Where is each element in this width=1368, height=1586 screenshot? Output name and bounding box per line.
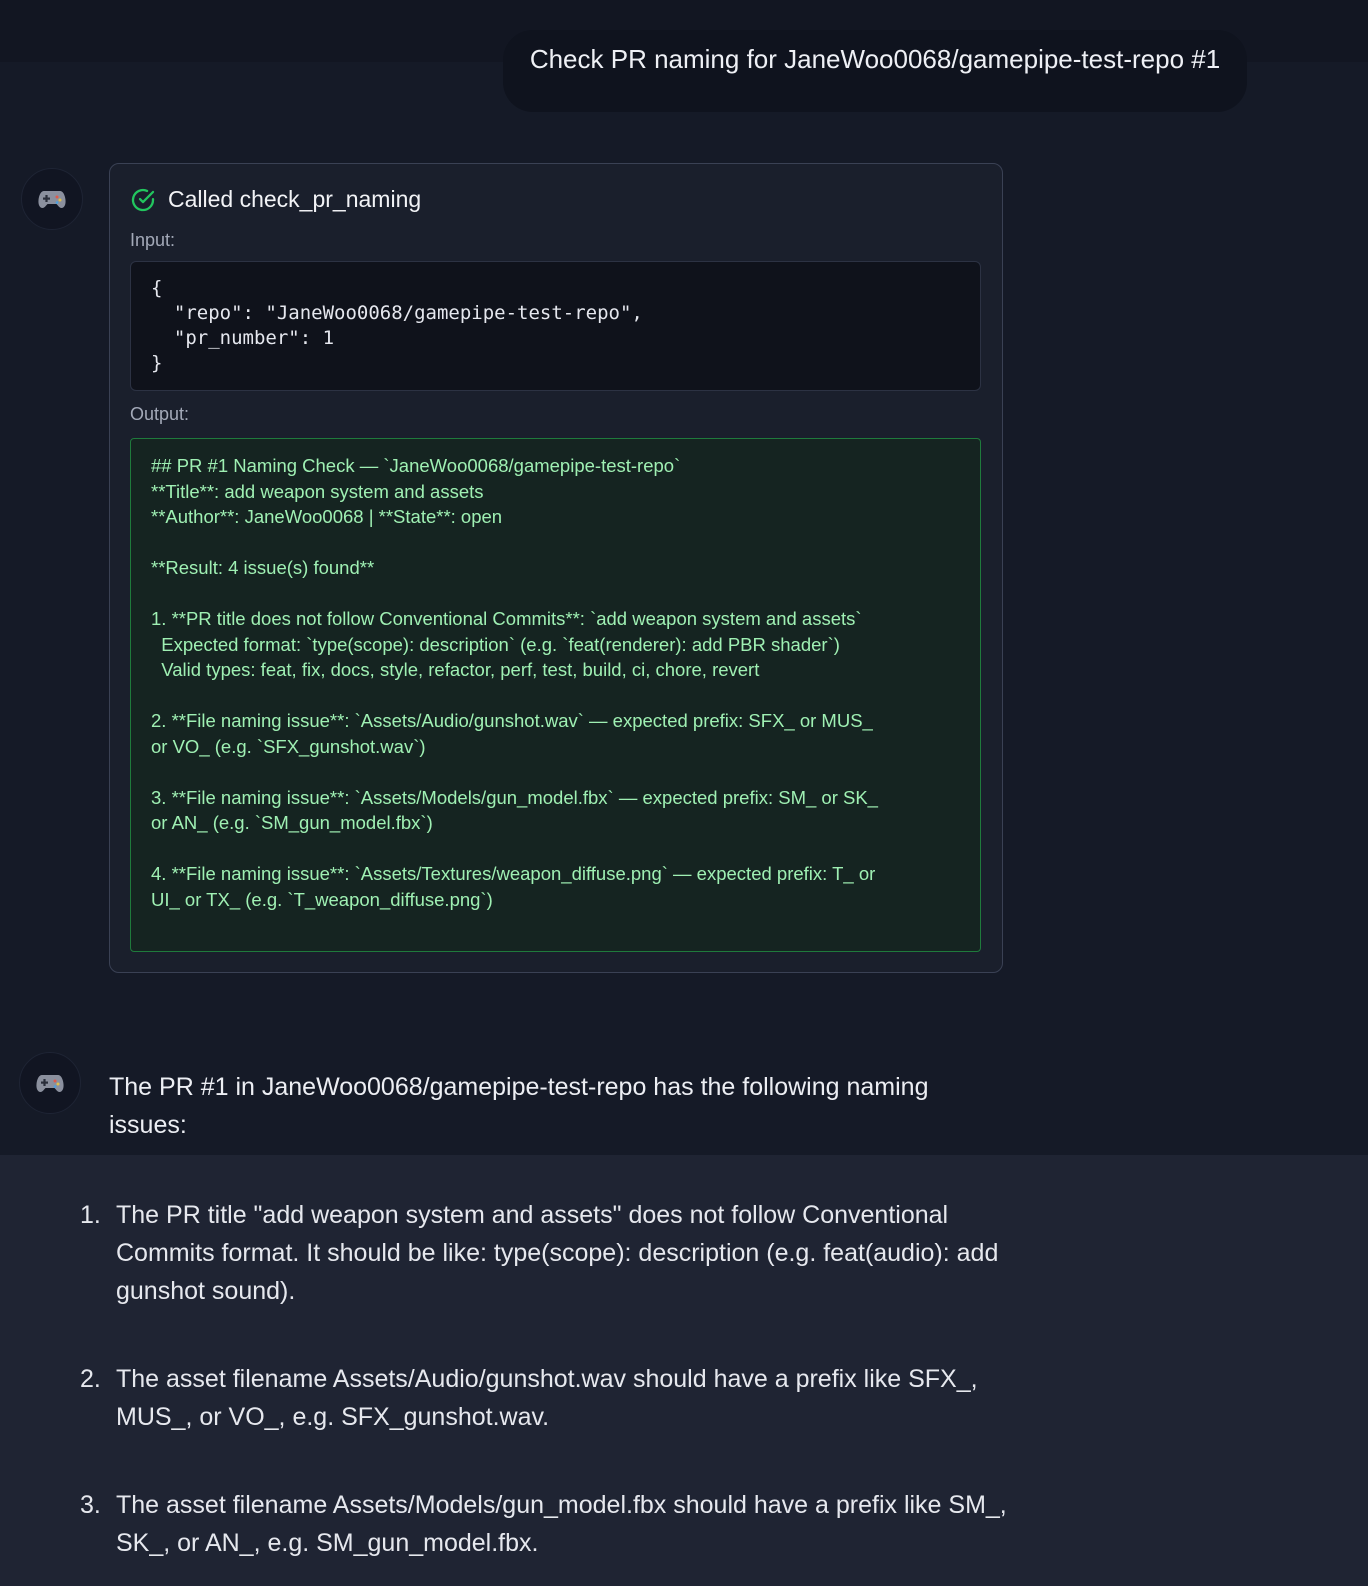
- output-line: 4. **File naming issue**: `Assets/Textur…: [151, 863, 876, 884]
- output-line: UI_ or TX_ (e.g. `T_weapon_diffuse.png`): [151, 888, 493, 910]
- assistant-avatar: [21, 168, 83, 230]
- output-line: 3. **File naming issue**: `Assets/Models…: [151, 786, 878, 808]
- output-line: or AN_ (e.g. `SM_gun_model.fbx`): [151, 812, 433, 833]
- chat-page: Check PR naming for JaneWoo0068/gamepipe…: [0, 0, 1368, 1586]
- list-item-text: The asset filename Assets/Models/gun_mod…: [116, 1491, 1007, 1557]
- list-item: 1. The PR title "add weapon system and as…: [80, 1196, 1010, 1310]
- output-line: **Author**: JaneWoo0068 | **State**: ope…: [151, 506, 503, 527]
- user-message-bubble: Check PR naming for JaneWoo0068/gamepipe…: [503, 30, 1247, 112]
- tool-call-title: Called check_pr_naming: [168, 186, 422, 212]
- input-label: Input:: [130, 230, 176, 250]
- user-message-text: Check PR naming for JaneWoo0068/gamepipe…: [529, 43, 1221, 74]
- output-line: 1. **PR title does not follow Convention…: [151, 608, 862, 629]
- list-item: 2. The asset filename Assets/Audio/gunsho…: [80, 1360, 1010, 1436]
- output-label: Output:: [130, 404, 190, 424]
- list-item-number: 2.: [80, 1365, 101, 1393]
- issues-list: 1. The PR title "add weapon system and as…: [80, 1196, 1010, 1586]
- gamepad-icon: [36, 1075, 64, 1092]
- check-circle-icon: [131, 188, 155, 211]
- gamepad-icon: [38, 191, 66, 208]
- output-block: ## PR #1 Naming Check — `JaneWoo0068/gam…: [130, 438, 981, 952]
- list-item-text: The asset filename Assets/Audio/gunshot.…: [116, 1365, 978, 1431]
- list-item-number: 1.: [80, 1201, 101, 1229]
- list-item: 3. The asset filename Assets/Models/gun_m…: [80, 1486, 1010, 1562]
- tool-call-card: Called check_pr_naming Input: { "repo": …: [109, 163, 1003, 973]
- output-line: or VO_ (e.g. `SFX_gunshot.wav`): [151, 735, 426, 757]
- assistant-intro-text: The PR #1 in JaneWoo0068/gamepipe-test-r…: [109, 1073, 929, 1139]
- input-code-block: { "repo": "JaneWoo0068/gamepipe-test-rep…: [130, 261, 981, 391]
- assistant-avatar: [19, 1052, 81, 1114]
- output-line: 2. **File naming issue**: `Assets/Audio/…: [151, 710, 873, 731]
- output-line: ## PR #1 Naming Check — `JaneWoo0068/gam…: [151, 455, 681, 476]
- output-line: **Title**: add weapon system and assets: [151, 480, 484, 502]
- output-line: Valid types: feat, fix, docs, style, ref…: [151, 659, 760, 680]
- list-item-number: 3.: [80, 1491, 101, 1519]
- list-item-text: The PR title "add weapon system and asse…: [116, 1201, 999, 1305]
- output-line: Expected format: `type(scope): descripti…: [151, 633, 840, 655]
- tool-call-header: Called check_pr_naming: [130, 186, 421, 213]
- output-line: **Result: 4 issue(s) found**: [151, 557, 375, 578]
